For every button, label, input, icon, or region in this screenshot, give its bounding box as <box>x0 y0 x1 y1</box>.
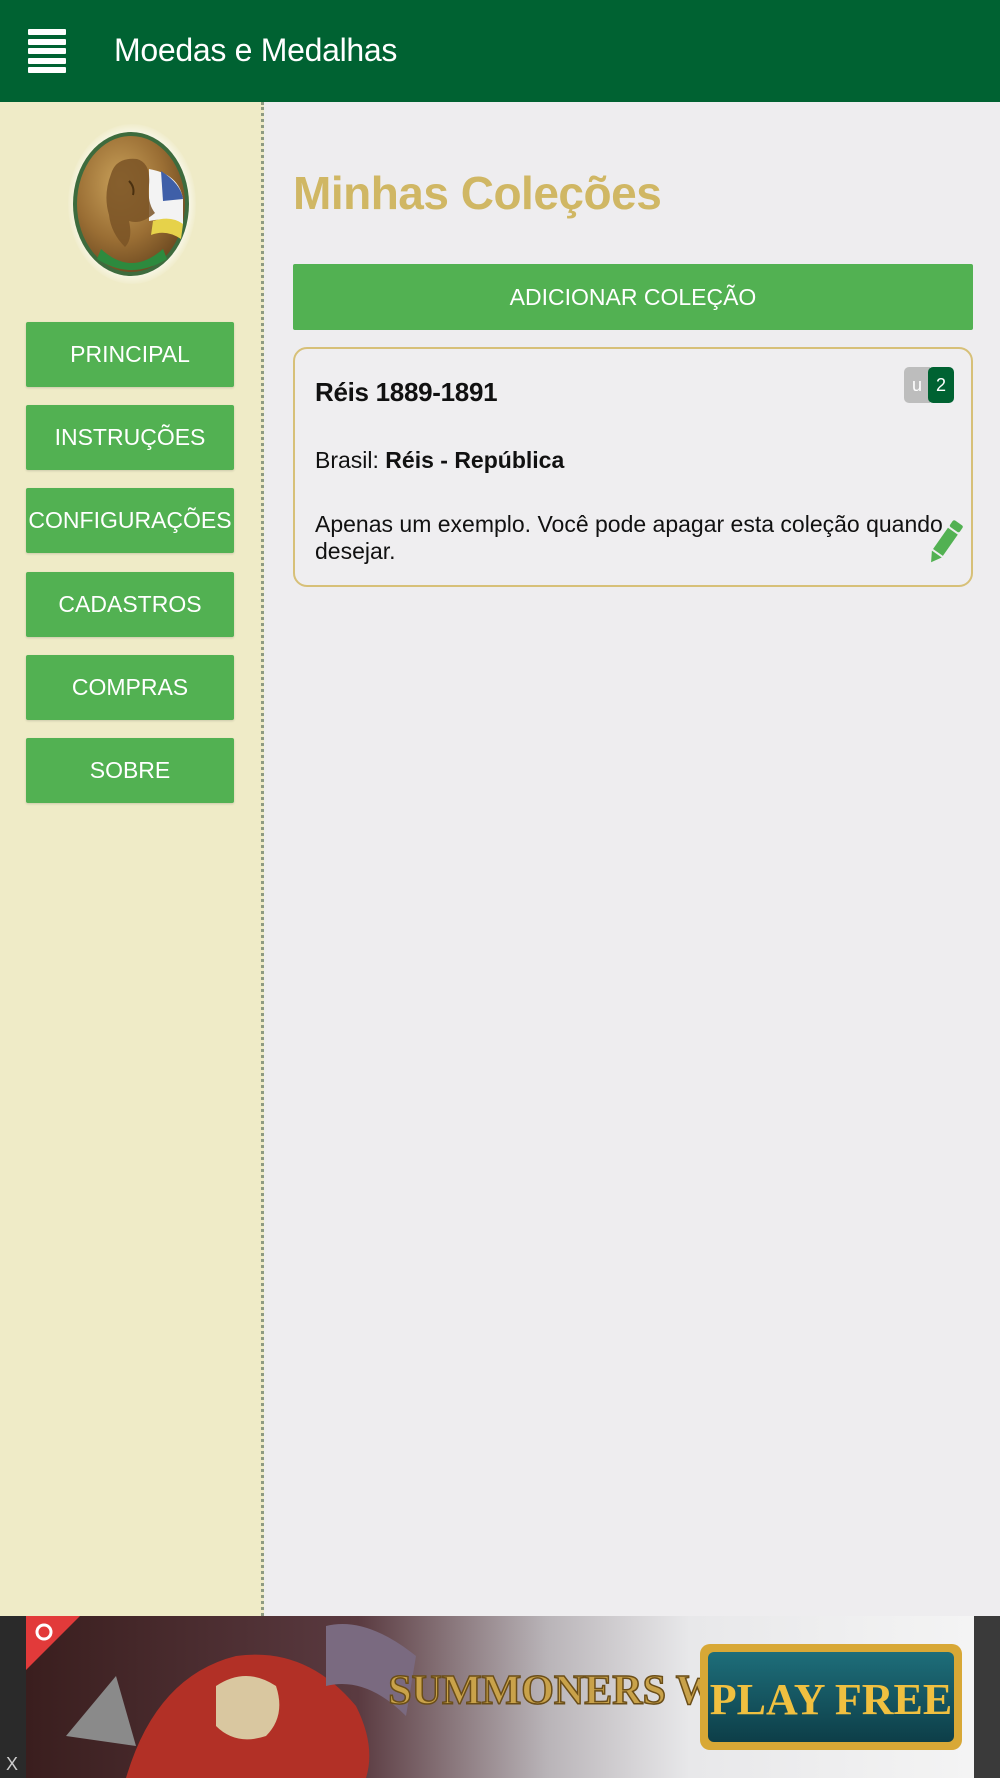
ad-cta-text[interactable]: PLAY FREE <box>710 1675 952 1724</box>
hamburger-menu-icon[interactable] <box>28 29 66 73</box>
ad-edge <box>974 1616 1000 1778</box>
ad-image[interactable]: SUMMONERS WAR PLAY FREE <box>26 1616 974 1778</box>
ad-close-button[interactable]: X <box>6 1754 18 1775</box>
unit-badge: u <box>904 367 930 403</box>
country-label: Brasil: <box>315 447 386 473</box>
main-content: Minhas Coleções ADICIONAR COLEÇÃO Réis 1… <box>267 102 1000 1616</box>
collection-series: Réis - República <box>385 447 565 473</box>
collection-title: Réis 1889-1891 <box>315 377 498 407</box>
add-collection-button[interactable]: ADICIONAR COLEÇÃO <box>293 264 973 330</box>
sidebar-item-instrucoes[interactable]: INSTRUÇÕES <box>26 405 234 470</box>
sidebar: PRINCIPAL INSTRUÇÕES CONFIGURAÇÕES CADAS… <box>0 102 264 1616</box>
pencil-icon[interactable] <box>925 515 967 567</box>
medal-logo <box>58 116 204 292</box>
collection-card[interactable]: Réis 1889-1891 u 2 Brasil: Réis - Repúbl… <box>293 347 973 587</box>
sidebar-item-principal[interactable]: PRINCIPAL <box>26 322 234 387</box>
count-badge: 2 <box>928 367 954 403</box>
medal-icon <box>73 132 189 276</box>
app-title: Moedas e Medalhas <box>114 32 398 68</box>
sidebar-item-configuracoes[interactable]: CONFIGURAÇÕES <box>26 488 234 553</box>
sidebar-item-cadastros[interactable]: CADASTROS <box>26 572 234 637</box>
collection-country: Brasil: Réis - República <box>315 447 564 474</box>
ad-banner[interactable]: X SUMMONERS WAR PLAY FREE <box>0 1616 1000 1778</box>
page-title: Minhas Coleções <box>293 167 662 219</box>
sidebar-item-compras[interactable]: COMPRAS <box>26 655 234 720</box>
collection-description: Apenas um exemplo. Você pode apagar esta… <box>315 511 943 564</box>
sidebar-item-sobre[interactable]: SOBRE <box>26 738 234 803</box>
app-header: Moedas e Medalhas <box>0 0 1000 102</box>
